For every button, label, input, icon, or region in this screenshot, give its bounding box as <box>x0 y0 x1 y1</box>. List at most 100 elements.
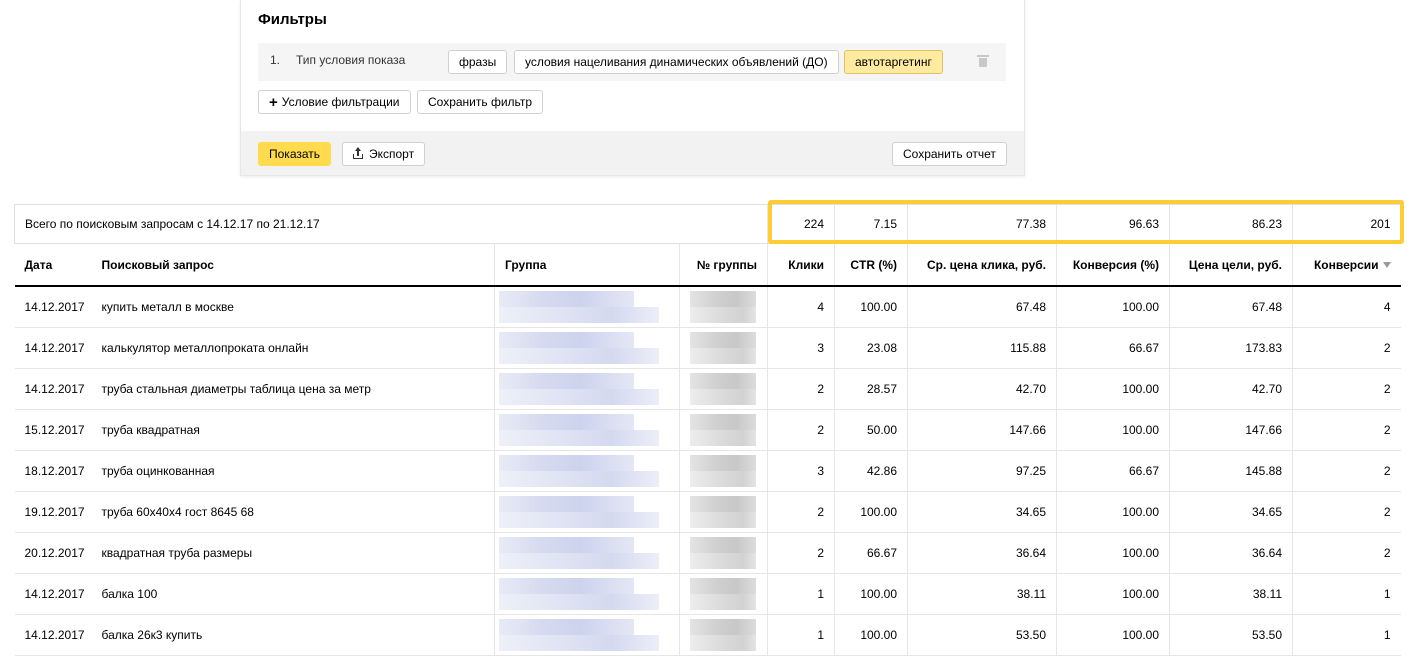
cell-date: 14.12.2017 <box>14 327 92 369</box>
cell-conversion-rate: 66.67 <box>1056 327 1170 369</box>
col-conversion-rate[interactable]: Конверсия (%) <box>1056 243 1170 287</box>
cell-clicks: 2 <box>767 532 835 574</box>
cell-conversions: 2 <box>1292 450 1401 492</box>
cell-group-no-blurred <box>678 450 768 492</box>
col-group-no[interactable]: № группы <box>678 243 768 287</box>
cell-group-no-blurred <box>678 614 768 656</box>
cell-group-no-blurred <box>678 409 768 451</box>
cell-group-no-blurred <box>678 573 768 615</box>
cell-goal-cost: 53.50 <box>1169 614 1293 656</box>
cell-date: 14.12.2017 <box>14 573 92 615</box>
cell-group-blurred <box>494 491 680 533</box>
cell-avg-cpc: 38.11 <box>907 573 1057 615</box>
cell-avg-cpc: 34.65 <box>907 491 1057 533</box>
cell-query: труба оцинкованная <box>91 450 495 492</box>
filters-title: Фильтры <box>258 11 327 28</box>
col-conversions[interactable]: Конверсии <box>1292 243 1401 287</box>
cell-conversion-rate: 100.00 <box>1056 614 1170 656</box>
col-avg-cpc[interactable]: Ср. цена клика, руб. <box>907 243 1057 287</box>
cell-date: 18.12.2017 <box>14 450 92 492</box>
sort-desc-icon <box>1382 261 1391 268</box>
table-row: 19.12.2017 труба 60х40х4 гост 8645 68 2 100… <box>14 491 1401 533</box>
cell-clicks: 2 <box>767 368 835 410</box>
cell-group-blurred <box>494 450 680 492</box>
cell-group-blurred <box>494 614 680 656</box>
col-ctr[interactable]: CTR (%) <box>834 243 908 287</box>
cell-group-blurred <box>494 327 680 369</box>
col-goal-cost[interactable]: Цена цели, руб. <box>1169 243 1293 287</box>
cell-ctr: 28.57 <box>834 368 908 410</box>
table-row: 15.12.2017 труба квадратная 2 50.00 147.66 10… <box>14 409 1401 451</box>
export-button[interactable]: Экспорт <box>342 142 426 166</box>
cell-date: 15.12.2017 <box>14 409 92 451</box>
cell-goal-cost: 36.64 <box>1169 532 1293 574</box>
cell-clicks: 4 <box>767 286 835 328</box>
delete-condition-icon[interactable] <box>977 55 989 67</box>
save-filter-button[interactable]: Сохранить фильтр <box>417 90 544 114</box>
cell-group-no-blurred <box>678 286 768 328</box>
cell-query: балка 100 <box>91 573 495 615</box>
cell-clicks: 2 <box>767 409 835 451</box>
table-row: 14.12.2017 калькулятор металлопроката онл… <box>14 327 1401 369</box>
total-goal-cost: 86.23 <box>1169 204 1293 244</box>
cell-query: калькулятор металлопроката онлайн <box>91 327 495 369</box>
cell-ctr: 100.00 <box>834 286 908 328</box>
cell-group-blurred <box>494 573 680 615</box>
cell-clicks: 3 <box>767 450 835 492</box>
cell-query: купить металл в москве <box>91 286 495 328</box>
total-avg-cpc: 77.38 <box>907 204 1057 244</box>
col-group[interactable]: Группа <box>494 243 680 287</box>
filters-footer: Показать Экспорт Сохранить отчет <box>241 131 1024 175</box>
cell-ctr: 50.00 <box>834 409 908 451</box>
cell-conversions: 2 <box>1292 532 1401 574</box>
chip-autotargeting[interactable]: автотаргетинг <box>844 50 943 74</box>
cell-goal-cost: 34.65 <box>1169 491 1293 533</box>
cell-query: квадратная труба размеры <box>91 532 495 574</box>
cell-clicks: 3 <box>767 327 835 369</box>
cell-goal-cost: 67.48 <box>1169 286 1293 328</box>
filters-panel: Фильтры 1. Тип условия показа фразы усло… <box>240 0 1025 176</box>
cell-conversion-rate: 100.00 <box>1056 532 1170 574</box>
cell-conversion-rate: 100.00 <box>1056 573 1170 615</box>
col-date[interactable]: Дата <box>14 243 92 287</box>
cell-date: 14.12.2017 <box>14 368 92 410</box>
summary-label: Всего по поисковым запросам с 14.12.17 п… <box>13 204 768 244</box>
chip-phrases[interactable]: фразы <box>448 50 508 74</box>
col-query[interactable]: Поисковый запрос <box>91 243 495 287</box>
cell-ctr: 100.00 <box>834 573 908 615</box>
add-condition-button[interactable]: + Условие фильтрации <box>258 90 411 114</box>
cell-conversions: 2 <box>1292 368 1401 410</box>
cell-avg-cpc: 36.64 <box>907 532 1057 574</box>
table-row: 20.12.2017 квадратная труба размеры 2 66.67… <box>14 532 1401 574</box>
cell-conversion-rate: 100.00 <box>1056 491 1170 533</box>
condition-label: Тип условия показа <box>296 53 406 67</box>
col-clicks[interactable]: Клики <box>767 243 835 287</box>
chip-dynamic-ads[interactable]: условия нацеливания динамических объявле… <box>514 50 839 74</box>
cell-avg-cpc: 97.25 <box>907 450 1057 492</box>
totals-row: Всего по поисковым запросам с 14.12.17 п… <box>13 204 1401 244</box>
cell-ctr: 100.00 <box>834 491 908 533</box>
cell-avg-cpc: 42.70 <box>907 368 1057 410</box>
total-conversion-rate: 96.63 <box>1056 204 1170 244</box>
cell-group-no-blurred <box>678 327 768 369</box>
cell-group-blurred <box>494 286 680 328</box>
cell-goal-cost: 145.88 <box>1169 450 1293 492</box>
table-row: 14.12.2017 балка 100 1 100.00 38.11 100.00 38.… <box>14 573 1401 615</box>
cell-conversion-rate: 100.00 <box>1056 409 1170 451</box>
cell-conversion-rate: 100.00 <box>1056 368 1170 410</box>
cell-conversions: 2 <box>1292 409 1401 451</box>
table-header: Дата Поисковый запрос Группа № группы Кл… <box>14 243 1401 287</box>
report-table: Всего по поисковым запросам с 14.12.17 п… <box>13 200 1404 656</box>
save-report-button[interactable]: Сохранить отчет <box>892 142 1007 166</box>
cell-date: 14.12.2017 <box>14 286 92 328</box>
cell-query: балка 26к3 купить <box>91 614 495 656</box>
cell-avg-cpc: 115.88 <box>907 327 1057 369</box>
cell-goal-cost: 147.66 <box>1169 409 1293 451</box>
cell-conversion-rate: 66.67 <box>1056 450 1170 492</box>
table-row: 14.12.2017 купить металл в москве 4 100.00 6… <box>14 286 1401 328</box>
table-row: 14.12.2017 труба стальная диаметры таблиц… <box>14 368 1401 410</box>
condition-number: 1. <box>270 53 281 67</box>
cell-group-blurred <box>494 409 680 451</box>
cell-date: 20.12.2017 <box>14 532 92 574</box>
show-button[interactable]: Показать <box>258 142 332 166</box>
